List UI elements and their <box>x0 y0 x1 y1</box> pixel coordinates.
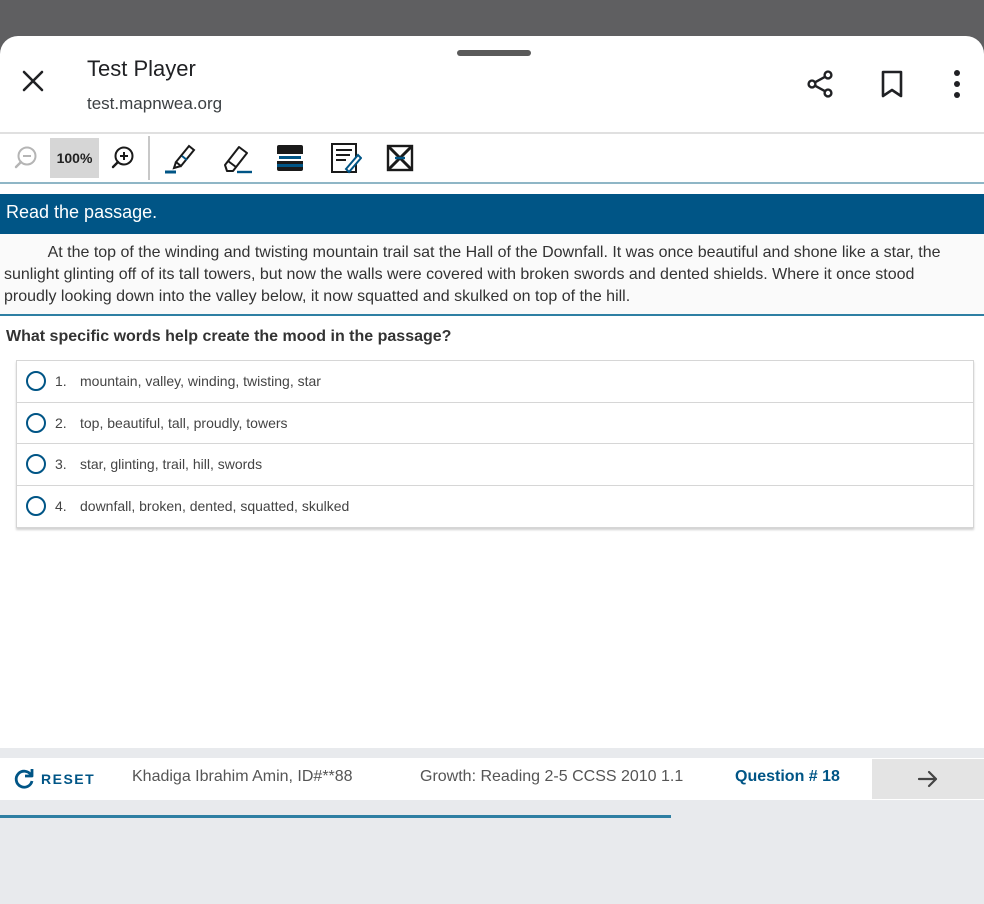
notepad-icon <box>331 143 362 174</box>
choice-text: mountain, valley, winding, twisting, sta… <box>80 373 321 390</box>
test-toolbar: 100% <box>0 136 984 182</box>
reset-icon <box>14 769 34 789</box>
highlighter-icon <box>165 144 196 174</box>
radio-button[interactable] <box>26 412 46 433</box>
progress-line <box>0 815 671 818</box>
zoom-level: 100% <box>50 138 99 178</box>
answer-choice-1[interactable]: 1. mountain, valley, winding, twisting, … <box>17 361 973 403</box>
highlighter-button[interactable] <box>161 139 199 177</box>
close-button[interactable] <box>14 62 52 100</box>
passage-header: Read the passage. <box>0 194 984 234</box>
student-name: Khadiga Ibrahim Amin, ID#**88 <box>132 768 353 785</box>
radio-button[interactable] <box>26 371 46 392</box>
bookmark-button[interactable] <box>872 64 912 104</box>
passage-line: At the top of the winding and twisting m… <box>4 244 941 261</box>
next-button[interactable] <box>872 759 984 799</box>
eraser-icon <box>224 146 252 174</box>
drag-handle[interactable] <box>457 50 531 56</box>
test-name: Growth: Reading 2-5 CCSS 2010 1.1 <box>420 768 684 785</box>
zoom-in-button[interactable] <box>106 139 140 177</box>
choice-number: 4. <box>55 498 67 515</box>
choice-number: 1. <box>55 373 67 390</box>
header-divider <box>0 132 984 134</box>
passage-line: proudly looking down into the valley bel… <box>4 288 631 305</box>
eraser-button[interactable] <box>218 139 256 177</box>
answer-choice-2[interactable]: 2. top, beautiful, tall, proudly, towers <box>17 403 973 444</box>
bookmark-icon <box>881 70 903 98</box>
answer-choices: 1. mountain, valley, winding, twisting, … <box>16 360 974 528</box>
answer-eliminator-icon <box>386 144 414 172</box>
answer-choice-4[interactable]: 4. downfall, broken, dented, squatted, s… <box>17 486 973 528</box>
reset-button[interactable]: RESET <box>12 766 95 792</box>
choice-text: star, glinting, trail, hill, swords <box>80 456 263 473</box>
passage-text: At the top of the winding and twisting m… <box>0 234 984 316</box>
toolbar-divider-line <box>0 182 984 184</box>
toolbar-divider <box>148 136 150 180</box>
radio-button[interactable] <box>26 496 46 517</box>
zoom-in-icon <box>111 146 134 169</box>
zoom-out-icon <box>14 146 37 169</box>
more-options-button[interactable] <box>937 64 977 104</box>
page-title: Test Player <box>87 56 196 81</box>
answer-choice-3[interactable]: 3. star, glinting, trail, hill, swords <box>17 444 973 486</box>
line-reader-button[interactable] <box>272 139 308 177</box>
choice-number: 3. <box>55 456 67 473</box>
more-vert-icon <box>954 70 960 98</box>
passage-line: sunlight glinting off of its tall towers… <box>4 266 915 283</box>
test-footer: RESET Khadiga Ibrahim Amin, ID#**88 Grow… <box>0 758 984 800</box>
choice-text: downfall, broken, dented, squatted, skul… <box>80 498 350 515</box>
zoom-out-button[interactable] <box>10 139 42 177</box>
close-icon <box>22 70 44 92</box>
browser-sheet: Test Player test.mapnwea.org 100% Read t… <box>0 36 984 748</box>
page-url: test.mapnwea.org <box>87 94 223 113</box>
notepad-button[interactable] <box>326 139 364 177</box>
line-reader-icon <box>277 145 303 171</box>
question-prompt: What specific words help create the mood… <box>6 328 452 345</box>
share-icon <box>807 70 833 98</box>
share-button[interactable] <box>800 64 840 104</box>
radio-button[interactable] <box>26 454 46 475</box>
question-number: Question # 18 <box>735 768 840 785</box>
answer-eliminator-button[interactable] <box>382 139 418 177</box>
arrow-right-icon <box>917 770 938 788</box>
choice-text: top, beautiful, tall, proudly, towers <box>80 414 288 431</box>
reset-label: RESET <box>41 771 96 787</box>
choice-number: 2. <box>55 414 67 431</box>
